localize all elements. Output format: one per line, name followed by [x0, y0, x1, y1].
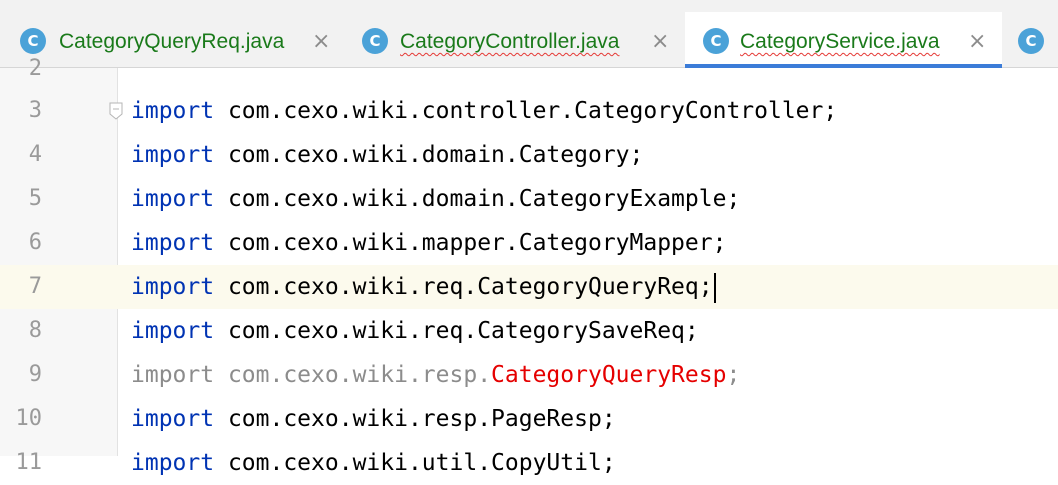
- code-text[interactable]: import com.cexo.wiki.resp.CategoryQueryR…: [131, 353, 740, 397]
- import-keyword: import: [131, 362, 215, 388]
- import-path: com.cexo.wiki.req.CategoryQueryReq;: [214, 274, 713, 300]
- code-line: 9 import com.cexo.wiki.resp.CategoryQuer…: [0, 353, 1058, 397]
- line-number: 10: [15, 406, 43, 431]
- line-number: 9: [28, 362, 42, 387]
- import-path: com.cexo.wiki.controller.CategoryControl…: [214, 98, 838, 124]
- line-number: 4: [28, 142, 42, 167]
- code-line: 11 import com.cexo.wiki.util.CopyUtil;: [0, 441, 1058, 485]
- code-text[interactable]: import com.cexo.wiki.util.CopyUtil;: [131, 441, 616, 485]
- import-path: com.cexo.wiki.domain.CategoryExample;: [214, 186, 741, 212]
- line-number: 5: [28, 186, 42, 211]
- line-number: 3: [28, 98, 42, 123]
- code-line: 6 import com.cexo.wiki.mapper.CategoryMa…: [0, 221, 1058, 265]
- line-number: 2: [28, 56, 42, 81]
- import-path: com.cexo.wiki.resp.: [214, 362, 492, 388]
- code-line: 5 import com.cexo.wiki.domain.CategoryEx…: [0, 177, 1058, 221]
- code-text[interactable]: import com.cexo.wiki.resp.PageResp;: [131, 397, 616, 441]
- import-path: com.cexo.wiki.util.CopyUtil;: [214, 450, 616, 476]
- code-line: 2: [0, 47, 1058, 91]
- import-path: com.cexo.wiki.domain.Category;: [214, 142, 644, 168]
- import-keyword: import: [131, 142, 215, 168]
- line-number: 8: [28, 318, 42, 343]
- code-text[interactable]: import com.cexo.wiki.mapper.CategoryMapp…: [131, 221, 726, 265]
- import-keyword: import: [131, 186, 215, 212]
- semicolon: ;: [726, 362, 741, 388]
- line-number: 6: [28, 230, 42, 255]
- code-line: 4 import com.cexo.wiki.domain.Category;: [0, 133, 1058, 177]
- code-text[interactable]: import com.cexo.wiki.controller.Category…: [131, 89, 837, 133]
- code-text[interactable]: import com.cexo.wiki.req.CategorySaveReq…: [131, 309, 699, 353]
- code-line: 8 import com.cexo.wiki.req.CategorySaveR…: [0, 309, 1058, 353]
- code-text[interactable]: import com.cexo.wiki.req.CategoryQueryRe…: [131, 265, 716, 309]
- import-keyword: import: [131, 230, 215, 256]
- line-number: 11: [15, 450, 43, 475]
- import-keyword: import: [131, 406, 215, 432]
- current-line-highlight: 7 import com.cexo.wiki.req.CategoryQuery…: [0, 265, 1058, 309]
- code-line: 3 import com.cexo.wiki.controller.Catego…: [0, 89, 1058, 133]
- unresolved-symbol[interactable]: CategoryQueryResp: [491, 362, 726, 388]
- import-keyword: import: [131, 274, 215, 300]
- import-path: com.cexo.wiki.req.CategorySaveReq;: [214, 318, 699, 344]
- import-keyword: import: [131, 98, 215, 124]
- text-caret: [713, 272, 716, 303]
- line-number: 7: [28, 274, 42, 299]
- import-path: com.cexo.wiki.mapper.CategoryMapper;: [214, 230, 727, 256]
- import-path: com.cexo.wiki.resp.PageResp;: [214, 406, 616, 432]
- code-text[interactable]: import com.cexo.wiki.domain.Category;: [131, 133, 643, 177]
- code-line: 10 import com.cexo.wiki.resp.PageResp;: [0, 397, 1058, 441]
- code-text[interactable]: import com.cexo.wiki.domain.CategoryExam…: [131, 177, 740, 221]
- import-keyword: import: [131, 318, 215, 344]
- import-keyword: import: [131, 450, 215, 476]
